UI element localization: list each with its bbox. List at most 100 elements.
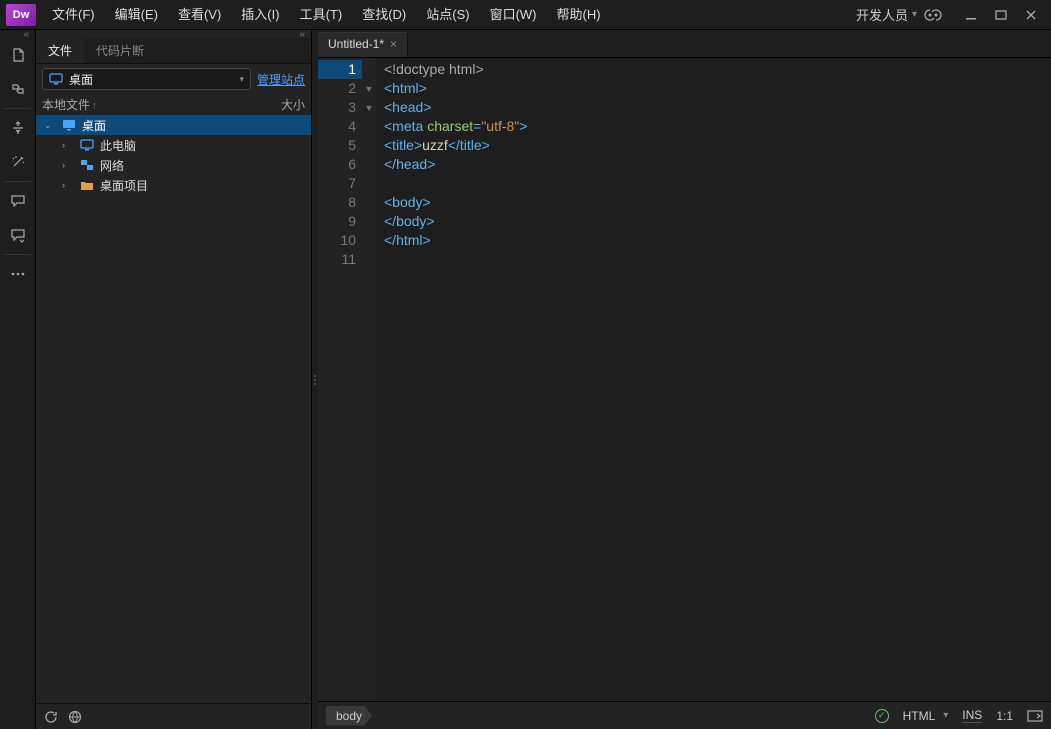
breadcrumb[interactable]: body	[326, 706, 372, 726]
line-number[interactable]: 4	[318, 117, 362, 136]
files-collapse-icon[interactable]: «	[36, 30, 311, 38]
file-tree: ⌄ 桌面 › 此电脑 › 网络 › 桌面项目	[36, 115, 311, 409]
workspace-selector[interactable]: 开发人员	[850, 5, 923, 24]
code-line[interactable]: <!doctype html>	[384, 60, 1043, 79]
fold-icon[interactable]	[362, 136, 376, 155]
files-panel: « 文件代码片断 桌面 ▾ 管理站点 本地文件↑ 大小 ⌄ 桌面 › 此电脑 › 网络 › 桌…	[36, 30, 312, 729]
tree-label: 此电脑	[100, 137, 136, 154]
titlebar: Dw 文件(F)编辑(E)查看(V)插入(I)工具(T)查找(D)站点(S)窗口…	[0, 0, 1051, 30]
minimize-button[interactable]	[959, 3, 983, 27]
code-line[interactable]: <html>	[384, 79, 1043, 98]
line-number[interactable]: 2	[318, 79, 362, 98]
left-iconbar: «	[0, 30, 36, 729]
tree-row[interactable]: › 桌面项目	[36, 175, 311, 195]
line-number[interactable]: 10	[318, 231, 362, 250]
maximize-button[interactable]	[989, 3, 1013, 27]
language-selector[interactable]: HTML	[903, 709, 949, 723]
line-number[interactable]: 11	[318, 250, 362, 269]
tree-row[interactable]: ⌄ 桌面	[36, 115, 311, 135]
code-line[interactable]: <head>	[384, 98, 1043, 117]
code-line[interactable]	[384, 250, 1043, 269]
menu-编辑(E)[interactable]: 编辑(E)	[105, 0, 168, 30]
menu-查找(D)[interactable]: 查找(D)	[352, 0, 416, 30]
fold-icon[interactable]	[362, 193, 376, 212]
dropdown-label: 桌面	[69, 71, 93, 88]
menu-工具(T)[interactable]: 工具(T)	[290, 0, 353, 30]
wand-icon[interactable]	[0, 145, 36, 179]
editor-statusbar: body ✓ HTML INS 1:1	[318, 701, 1051, 729]
panel-tab-1[interactable]: 代码片断	[84, 38, 156, 63]
more-icon[interactable]	[0, 257, 36, 291]
tree-label: 桌面	[82, 117, 106, 134]
fold-icon[interactable]	[362, 250, 376, 269]
code-editor[interactable]: 1234567891011 ▼▼ <!doctype html><html><h…	[318, 58, 1051, 701]
file-new-icon[interactable]	[0, 38, 36, 72]
fold-icon[interactable]	[362, 60, 376, 79]
related-files-icon[interactable]	[0, 72, 36, 106]
close-tab-icon[interactable]: ×	[390, 37, 397, 51]
panel-collapse-icon[interactable]: «	[0, 30, 35, 38]
extract-icon[interactable]	[0, 111, 36, 145]
cursor-position: 1:1	[996, 709, 1013, 723]
app-logo: Dw	[6, 4, 36, 26]
tree-label: 桌面项目	[100, 177, 148, 194]
line-number[interactable]: 8	[318, 193, 362, 212]
comment-icon[interactable]	[0, 184, 36, 218]
menu-文件(F)[interactable]: 文件(F)	[42, 0, 105, 30]
line-number[interactable]: 3	[318, 98, 362, 117]
code-line[interactable]: </head>	[384, 155, 1043, 174]
code-line[interactable]: </body>	[384, 212, 1043, 231]
chevron-down-icon: ▾	[239, 74, 244, 85]
window-controls	[951, 3, 1051, 27]
menu-站点(S)[interactable]: 站点(S)	[416, 0, 479, 30]
insert-mode[interactable]: INS	[962, 708, 982, 723]
manage-sites-link[interactable]: 管理站点	[257, 71, 305, 88]
panel-tab-0[interactable]: 文件	[36, 38, 84, 63]
line-number[interactable]: 6	[318, 155, 362, 174]
line-number[interactable]: 1	[318, 60, 362, 79]
tree-row[interactable]: › 此电脑	[36, 135, 311, 155]
file-tab-label: Untitled-1*	[328, 37, 384, 51]
status-ok-icon[interactable]: ✓	[875, 709, 889, 723]
globe-icon[interactable]	[68, 710, 82, 724]
tree-arrow-icon[interactable]: ›	[62, 160, 74, 170]
line-number[interactable]: 9	[318, 212, 362, 231]
folder-icon	[78, 178, 96, 192]
tree-arrow-icon[interactable]: ›	[62, 180, 74, 190]
menu-插入(I)[interactable]: 插入(I)	[231, 0, 289, 30]
tree-header: 本地文件↑ 大小	[36, 94, 311, 115]
close-button[interactable]	[1019, 3, 1043, 27]
code-line[interactable]: <title>uzzf</title>	[384, 136, 1043, 155]
code-line[interactable]	[384, 174, 1043, 193]
code-line[interactable]: <body>	[384, 193, 1043, 212]
code-line[interactable]: <meta charset="utf-8">	[384, 117, 1043, 136]
code-line[interactable]: </html>	[384, 231, 1043, 250]
tree-arrow-icon[interactable]: ⌄	[44, 120, 56, 131]
overflow-icon[interactable]	[1027, 709, 1043, 723]
tree-arrow-icon[interactable]: ›	[62, 140, 74, 150]
fold-icon[interactable]: ▼	[362, 79, 376, 98]
editor-area: Untitled-1* × 1234567891011 ▼▼ <!doctype…	[318, 30, 1051, 729]
col-local-files[interactable]: 本地文件	[42, 96, 90, 113]
fold-icon[interactable]	[362, 174, 376, 193]
menu-帮助(H)[interactable]: 帮助(H)	[547, 0, 611, 30]
col-size[interactable]: 大小	[281, 96, 305, 113]
site-dropdown[interactable]: 桌面 ▾	[42, 68, 251, 90]
fold-icon[interactable]	[362, 212, 376, 231]
panel-tabs: 文件代码片断	[36, 38, 311, 64]
menu-窗口(W)[interactable]: 窗口(W)	[480, 0, 547, 30]
sync-settings-icon[interactable]	[923, 7, 943, 23]
refresh-icon[interactable]	[44, 710, 58, 724]
computer-icon	[78, 138, 96, 152]
file-tab[interactable]: Untitled-1* ×	[318, 32, 408, 57]
fold-icon[interactable]	[362, 117, 376, 136]
tree-label: 网络	[100, 157, 124, 174]
fold-icon[interactable]: ▼	[362, 98, 376, 117]
line-number[interactable]: 7	[318, 174, 362, 193]
tree-row[interactable]: › 网络	[36, 155, 311, 175]
fold-icon[interactable]	[362, 155, 376, 174]
menu-查看(V)[interactable]: 查看(V)	[168, 0, 231, 30]
fold-icon[interactable]	[362, 231, 376, 250]
comment-down-icon[interactable]	[0, 218, 36, 252]
line-number[interactable]: 5	[318, 136, 362, 155]
